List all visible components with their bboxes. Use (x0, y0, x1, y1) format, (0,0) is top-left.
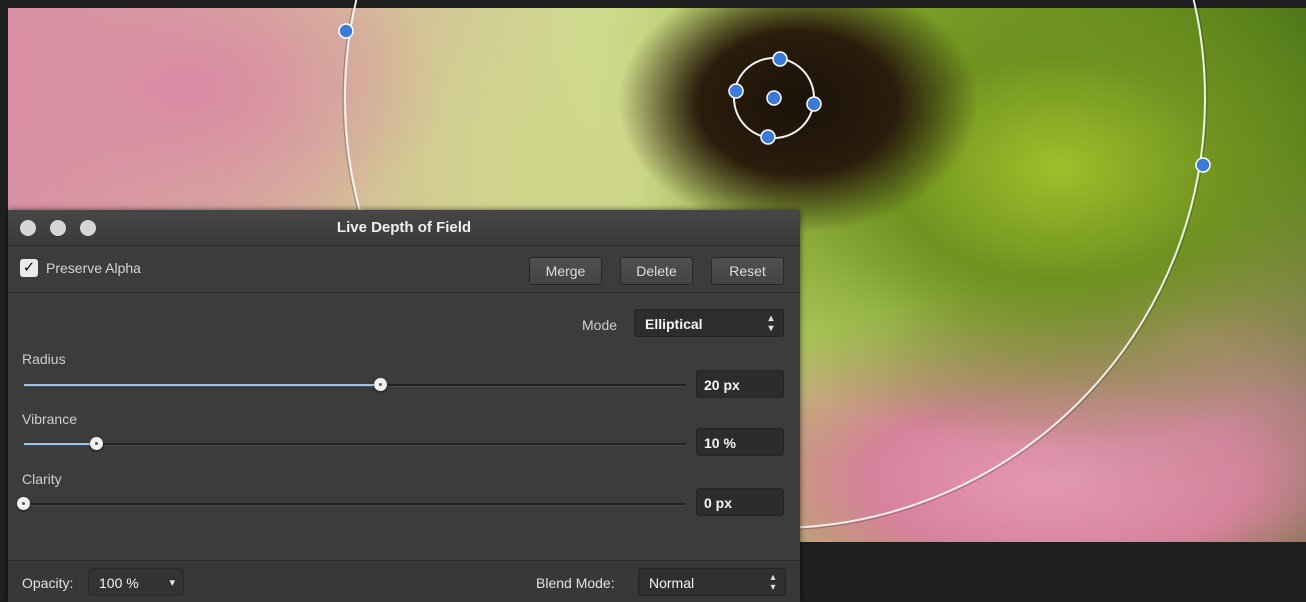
vibrance-value-field[interactable]: 10 % (696, 428, 784, 456)
zoom-button-icon[interactable] (80, 220, 96, 236)
preserve-alpha-label[interactable]: Preserve Alpha (46, 260, 141, 276)
panel-title: Live Depth of Field (336, 219, 472, 236)
updown-arrows-icon: ▴▾ (768, 313, 774, 334)
panel-titlebar[interactable]: Live Depth of Field (8, 210, 800, 246)
vibrance-slider-thumb[interactable] (89, 437, 103, 450)
opacity-value: 100 % (99, 575, 139, 591)
delete-button[interactable]: Delete (620, 257, 693, 285)
blend-mode-select[interactable]: Normal ▴▾ (638, 568, 786, 596)
inner-handle-right[interactable] (806, 96, 822, 112)
minimize-button-icon[interactable] (50, 220, 66, 236)
inner-handle-top[interactable] (772, 51, 788, 67)
vibrance-label: Vibrance (22, 411, 78, 427)
mode-select-value: Elliptical (645, 316, 703, 332)
blend-mode-label: Blend Mode: (536, 575, 615, 591)
center-handle[interactable] (766, 90, 782, 106)
mode-label: Mode (582, 317, 618, 333)
clarity-label: Clarity (22, 471, 62, 487)
close-button-icon[interactable] (20, 220, 36, 236)
vibrance-slider-fill (24, 443, 97, 445)
mode-select[interactable]: Elliptical ▴▾ (634, 309, 784, 337)
blend-mode-value: Normal (649, 575, 695, 591)
reset-button[interactable]: Reset (711, 257, 784, 285)
preserve-alpha-checkbox[interactable]: ✓ (20, 259, 38, 277)
outer-ring-handle-left[interactable] (338, 23, 354, 39)
outer-ring-handle-right[interactable] (1195, 157, 1211, 173)
clarity-value-field[interactable]: 0 px (696, 488, 784, 516)
live-depth-of-field-panel: Live Depth of Field ✓ Preserve Alpha Mer… (8, 210, 800, 602)
opacity-select[interactable]: 100 % ▾ (88, 568, 184, 596)
clarity-slider-thumb[interactable] (17, 497, 30, 510)
updown-arrows-icon: ▴▾ (770, 572, 776, 593)
merge-button[interactable]: Merge (529, 257, 602, 285)
dropdown-arrow-icon: ▾ (169, 577, 175, 589)
inner-handle-bottom[interactable] (760, 129, 776, 145)
radius-slider-thumb[interactable] (374, 378, 388, 391)
vibrance-slider[interactable] (24, 437, 686, 450)
clarity-slider[interactable] (17, 497, 686, 510)
inner-handle-left[interactable] (728, 83, 744, 99)
radius-label: Radius (22, 351, 66, 367)
panel-footer: Opacity: 100 % ▾ Blend Mode: Normal ▴▾ (8, 561, 800, 602)
radius-value-field[interactable]: 20 px (696, 370, 784, 398)
opacity-label: Opacity: (22, 575, 74, 591)
radius-slider-fill (24, 384, 382, 386)
radius-slider[interactable] (24, 378, 686, 391)
